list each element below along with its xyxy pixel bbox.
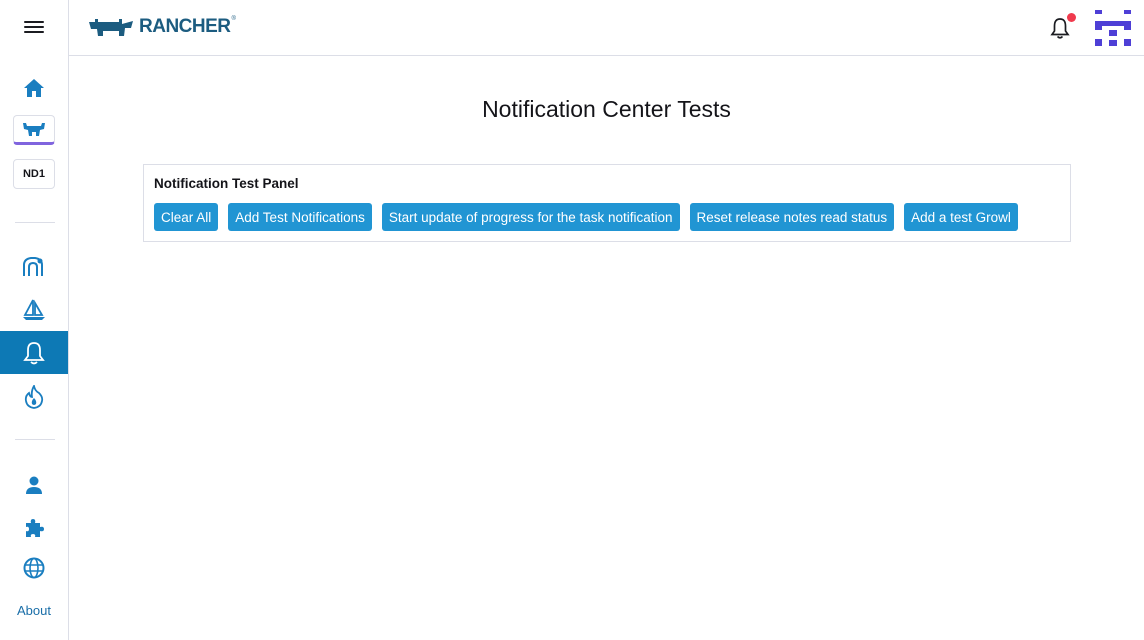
user-avatar[interactable] bbox=[1095, 10, 1131, 46]
notification-test-panel: Notification Test Panel Clear All Add Te… bbox=[143, 164, 1071, 242]
add-test-growl-button[interactable]: Add a test Growl bbox=[904, 203, 1018, 231]
nav-divider bbox=[15, 222, 55, 223]
home-icon bbox=[24, 79, 44, 97]
hamburger-menu-icon[interactable] bbox=[22, 18, 46, 38]
cluster-tile-nd1[interactable]: ND1 bbox=[13, 159, 55, 189]
fleet-sailboat-icon bbox=[23, 299, 45, 320]
harvester-nav-item[interactable] bbox=[0, 382, 68, 412]
about-link[interactable]: About bbox=[0, 603, 68, 618]
cluster-badge-label: ND1 bbox=[22, 168, 45, 180]
page-title: Notification Center Tests bbox=[482, 96, 731, 122]
global-settings-globe-icon bbox=[23, 557, 45, 579]
unread-notification-dot bbox=[1067, 13, 1076, 22]
panel-title: Notification Test Panel bbox=[154, 176, 299, 191]
harvester-fire-icon bbox=[24, 385, 44, 409]
fleet-nav-item[interactable] bbox=[0, 295, 68, 325]
top-header: RANCHER ® bbox=[69, 0, 1144, 56]
registered-mark: ® bbox=[231, 16, 236, 22]
start-progress-update-button[interactable]: Start update of progress for the task no… bbox=[381, 203, 680, 231]
notification-bell-icon bbox=[23, 341, 45, 364]
add-test-notifications-button[interactable]: Add Test Notifications bbox=[228, 203, 372, 231]
continuous-delivery-nav-item[interactable] bbox=[0, 252, 68, 282]
global-settings-nav-item[interactable] bbox=[0, 556, 68, 580]
panel-button-row: Clear All Add Test Notifications Start u… bbox=[154, 203, 1018, 231]
rancher-cow-icon bbox=[23, 123, 45, 136]
extensions-puzzle-icon bbox=[26, 519, 44, 537]
extensions-nav-item[interactable] bbox=[0, 514, 68, 542]
notifications-nav-item[interactable] bbox=[0, 331, 68, 374]
rancher-logo[interactable]: RANCHER ® bbox=[89, 16, 240, 38]
clear-all-button[interactable]: Clear All bbox=[154, 203, 219, 231]
cluster-tile-local[interactable] bbox=[13, 115, 55, 145]
side-nav-rail: ND1 About bbox=[0, 0, 69, 640]
nav-divider bbox=[15, 439, 55, 440]
reset-release-notes-button[interactable]: Reset release notes read status bbox=[689, 203, 895, 231]
home-nav-item[interactable] bbox=[0, 74, 68, 102]
users-nav-item[interactable] bbox=[0, 472, 68, 498]
rancher-wordmark: RANCHER bbox=[139, 16, 231, 37]
continuous-delivery-icon bbox=[23, 257, 43, 276]
rancher-cow-logo-icon bbox=[89, 19, 133, 36]
users-icon bbox=[26, 476, 42, 494]
